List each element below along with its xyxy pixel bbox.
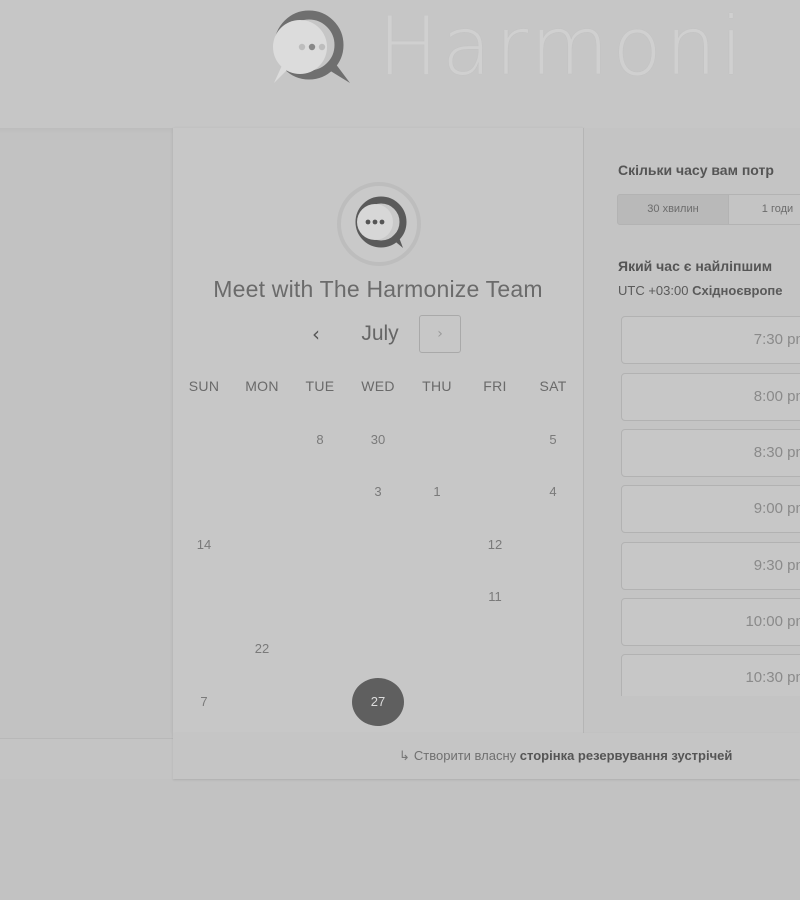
- time-slot[interactable]: 10:00 pm: [621, 598, 800, 646]
- header-band: Harmoni: [0, 0, 800, 128]
- weekday-mon: MON: [245, 378, 279, 394]
- time-slot[interactable]: 9:00 pm: [621, 485, 800, 533]
- booking-panel: Скільки часу вам потр 30 хвилин 1 годи Я…: [584, 128, 800, 733]
- timezone-selector[interactable]: UTC +03:00 Східноєвропе: [618, 283, 783, 298]
- calendar-day[interactable]: 11: [475, 585, 515, 609]
- prev-month-button[interactable]: ‹: [304, 320, 328, 348]
- weekday-tue: TUE: [305, 378, 335, 394]
- calendar-day[interactable]: 22: [242, 637, 282, 661]
- footer: ↳ Створити власну сторінка резервування з…: [173, 733, 800, 779]
- calendar-day[interactable]: 5: [533, 428, 573, 452]
- brand-name: Harmoni: [378, 0, 747, 93]
- weekday-thu: THU: [422, 378, 452, 394]
- calendar-day[interactable]: 14: [184, 533, 224, 557]
- avatar: [337, 182, 421, 266]
- timezone-name: Східноєвропе: [692, 283, 783, 298]
- footer-bold: сторінка резервування зустрічей: [519, 748, 733, 763]
- timezone-offset: UTC +03:00: [618, 283, 689, 298]
- next-month-button[interactable]: ›: [419, 315, 461, 353]
- weekday-sun: SUN: [188, 378, 220, 394]
- calendar-day[interactable]: 12: [475, 533, 515, 557]
- brand: Harmoni: [262, 4, 746, 90]
- footer-prefix: Створити власну: [413, 748, 517, 763]
- weekday-wed: WED: [361, 378, 395, 394]
- calendar-day-selected[interactable]: 27: [352, 678, 404, 726]
- time-question: Який час є найліпшим: [618, 258, 773, 274]
- harmonize-logo-icon: [262, 7, 354, 87]
- weekday-sat: SAT: [539, 378, 567, 394]
- arrow-link-icon: ↳: [399, 748, 410, 763]
- calendar-day[interactable]: 8: [300, 428, 340, 452]
- calendar-day[interactable]: 4: [533, 480, 573, 504]
- calendar-day[interactable]: 30: [358, 428, 398, 452]
- event-title: Meet with The Harmonize Team: [213, 276, 543, 302]
- time-slot[interactable]: 7:30 pm: [621, 316, 800, 364]
- chat-bubble-icon: [355, 196, 407, 248]
- time-slot[interactable]: 8:30 pm: [621, 429, 800, 477]
- weekday-fri: FRI: [483, 378, 507, 394]
- time-slot-list: 7:30 pm 8:00 pm 8:30 pm 9:00 pm 9:30 pm …: [621, 316, 800, 696]
- month-label: July: [361, 322, 399, 345]
- duration-question: Скільки часу вам потр: [618, 162, 774, 178]
- month-navigation: ‹ July ›: [173, 314, 583, 354]
- duration-option-30min[interactable]: 30 хвилин: [617, 194, 729, 225]
- time-slot[interactable]: 9:30 pm: [621, 542, 800, 590]
- calendar-day[interactable]: 3: [358, 480, 398, 504]
- calendar-day[interactable]: 1: [417, 480, 457, 504]
- create-booking-page-link[interactable]: ↳ Створити власну сторінка резервування з…: [399, 748, 732, 764]
- calendar-card: Meet with The Harmonize Team ‹ July › SU…: [173, 128, 584, 733]
- duration-option-1h[interactable]: 1 годи: [728, 194, 800, 225]
- time-slot[interactable]: 8:00 pm: [621, 373, 800, 421]
- time-slot[interactable]: 10:30 pm: [621, 654, 800, 696]
- calendar-day[interactable]: 7: [184, 690, 224, 714]
